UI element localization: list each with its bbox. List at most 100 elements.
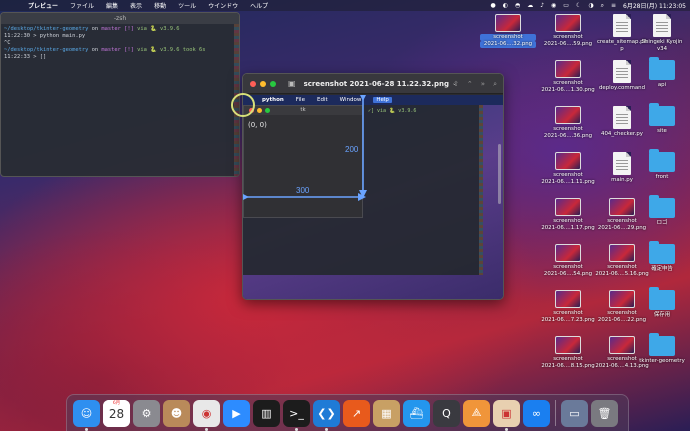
desktop-file[interactable]: Shingeki Kyojin v34 — [634, 14, 690, 53]
running-indicator — [505, 427, 508, 431]
dock-preview-icon[interactable]: ▣ — [493, 399, 520, 431]
sidebar-toggle-icon[interactable]: ▣ — [288, 79, 296, 88]
preview-window[interactable]: ▣ screenshot 2021-06-28 11.22.32.png ⌄ ⇧… — [242, 73, 504, 300]
desktop-file[interactable]: screenshot 2021-06....1.17.png — [540, 198, 596, 232]
dock-sourcetree-icon[interactable]: ⟁ — [463, 399, 490, 427]
dock-calendar-icon[interactable]: 6月 28 — [103, 399, 130, 427]
desktop-icon-label: v34 — [656, 46, 668, 52]
menu-edit[interactable]: 編集 — [106, 1, 118, 10]
document-lines — [656, 22, 668, 32]
document-lines — [616, 114, 628, 124]
dock-contacts-icon[interactable]: ☻ — [163, 399, 190, 427]
preview-toolbar[interactable]: ▣ screenshot 2021-06-28 11.22.32.png ⌄ ⇧… — [243, 74, 503, 94]
desktop-folder[interactable]: 保存用 — [634, 287, 690, 319]
search-icon[interactable]: ⌕ — [493, 80, 497, 89]
dock-finder-icon[interactable]: ☺ — [73, 399, 100, 431]
desktop-icon-label: screenshot — [553, 264, 583, 270]
desktop-folder[interactable]: 確定申告 — [634, 241, 690, 273]
spotlight-icon[interactable]: ⌕ — [601, 2, 604, 10]
minimize-button[interactable] — [260, 80, 266, 87]
dock-activity-monitor-icon[interactable]: ▥ — [253, 399, 280, 427]
prompt-branch: master [!] — [101, 47, 134, 53]
cloud-icon[interactable]: ☁ — [527, 2, 533, 9]
desktop-icon-label: 2021-06....1.17.png — [541, 225, 595, 231]
desktop-icon-label: 2021-06....32.png — [480, 41, 536, 48]
desktop-folder[interactable]: ロゴ — [634, 195, 690, 227]
desktop-file[interactable]: screenshot 2021-06....32.png — [480, 14, 536, 48]
desktop-file[interactable]: screenshot 2021-06....1.30.png — [540, 60, 596, 94]
desktop-file[interactable]: screenshot 2021-06....36.png — [540, 106, 596, 140]
wifi-icon[interactable]: ◉ — [551, 2, 556, 9]
prompt-path: ~/desktop/tkinter-geometry — [4, 47, 89, 53]
menu-view[interactable]: 表示 — [130, 1, 142, 10]
terminal-line: ~/desktop/tkinter-geometry on master [!]… — [4, 26, 236, 33]
dock-archive-icon[interactable]: ▦ — [373, 399, 400, 427]
desktop-icon-label: 2021-06....36.png — [543, 133, 593, 139]
desktop-icon-label: Shingeki Kyojin — [641, 39, 683, 45]
desktop-icon-label: screenshot — [480, 34, 536, 41]
dock: ☺ 6月 28 ⚙ ☻ ◉ ▶ ▥ >_ ❮❯ ↗ ▦ ⛴ Q ⟁ ▣ ∞ ▭ 🗑 — [66, 394, 629, 431]
desktop-icon-label: front — [655, 174, 669, 180]
dock-trash-icon[interactable]: 🗑 — [591, 399, 618, 427]
dock-terminal-icon[interactable]: >_ — [283, 399, 310, 431]
dock-vscode-icon[interactable]: ❮❯ — [313, 399, 340, 431]
document-title[interactable]: screenshot 2021-06-28 11.22.32.png — [304, 80, 449, 88]
folder-icon — [649, 149, 675, 172]
prompt-via: via 🐍 v3.9.6 — [133, 26, 180, 32]
dock-screenshot-stack-icon[interactable]: ▭ — [561, 399, 588, 427]
terminal-output[interactable]: ~/desktop/tkinter-geometry on master [!]… — [1, 24, 239, 63]
running-indicator — [205, 427, 208, 431]
desktop-folder[interactable]: tkinter-geometry — [634, 333, 690, 365]
document-icon — [613, 14, 631, 37]
desktop-file[interactable]: screenshot 2021-06....1.11.png — [540, 152, 596, 186]
menu-tools[interactable]: ツール — [178, 1, 196, 10]
image-thumbnail-icon — [555, 244, 581, 262]
terminal-line: 11:22:30 > python main.py — [4, 33, 86, 39]
battery-icon[interactable]: ▭ — [563, 2, 569, 9]
dock-stocks-icon[interactable]: ↗ — [343, 399, 370, 427]
menu-preview[interactable]: プレビュー — [28, 1, 58, 10]
desktop-file[interactable]: screenshot 2021-06....59.png — [540, 14, 596, 48]
dock-docker-icon[interactable]: ⛴ — [403, 399, 430, 427]
highlight-circle — [231, 93, 255, 117]
disk-icon[interactable]: ◐ — [503, 2, 508, 9]
menu-file[interactable]: ファイル — [70, 1, 94, 10]
more-icon[interactable]: » — [481, 80, 485, 88]
record-icon[interactable]: ● — [490, 2, 495, 9]
desktop-file[interactable]: screenshot 2021-06....7.23.png — [540, 290, 596, 324]
desktop-file[interactable]: screenshot 2021-06....54.png — [540, 244, 596, 278]
zoom-button[interactable] — [270, 80, 276, 87]
desktop-icon-label: 2021-06....54.png — [543, 271, 593, 277]
desktop-folder[interactable]: api — [634, 57, 690, 89]
control-center-icon[interactable]: ◑ — [588, 2, 593, 9]
dock-infinity-icon[interactable]: ∞ — [523, 399, 550, 427]
desktop-icon-label: 2021-06....8.15.png — [541, 363, 595, 369]
menu-go[interactable]: 移動 — [154, 1, 166, 10]
sync-icon[interactable]: ◓ — [515, 2, 520, 9]
desktop-folder[interactable]: front — [634, 149, 690, 181]
music-icon[interactable]: ♪ — [540, 2, 544, 9]
menu-help[interactable]: ヘルプ — [250, 1, 268, 10]
share-icon[interactable]: ⇧ — [453, 80, 459, 88]
focus-icon[interactable]: ☾ — [576, 2, 581, 9]
desktop-icon-label: screenshot — [553, 310, 583, 316]
terminal-titlebar[interactable]: -zsh — [1, 13, 239, 24]
dock-quicktime-icon[interactable]: Q — [433, 399, 460, 427]
notification-icon[interactable]: ≡ — [611, 2, 616, 9]
dock-system-preferences-icon[interactable]: ⚙ — [133, 399, 160, 427]
terminal-line: ~/desktop/tkinter-geometry on master [!]… — [4, 47, 236, 54]
menu-clock[interactable]: 6月28日(月) 11:23:05 — [623, 1, 686, 10]
folder-icon — [649, 57, 675, 80]
desktop-file[interactable]: screenshot 2021-06....8.15.png — [540, 336, 596, 370]
desktop-folder[interactable]: site — [634, 103, 690, 135]
finder-glyph: ☺ — [80, 406, 93, 420]
terminal-window[interactable]: -zsh ~/desktop/tkinter-geometry on maste… — [0, 12, 240, 177]
dock-zoom-icon[interactable]: ▶ — [223, 399, 250, 427]
preview-scrollbar[interactable] — [498, 144, 501, 204]
close-button[interactable] — [250, 80, 256, 87]
markup-icon[interactable]: ⌃ — [467, 80, 473, 88]
desktop-icon-label: screenshot — [553, 126, 583, 132]
dock-chrome-icon[interactable]: ◉ — [193, 399, 220, 431]
menu-window[interactable]: ウインドウ — [208, 1, 238, 10]
preview-image[interactable]: python File Edit Window Help ✓] via 🐍 v3… — [243, 95, 503, 299]
